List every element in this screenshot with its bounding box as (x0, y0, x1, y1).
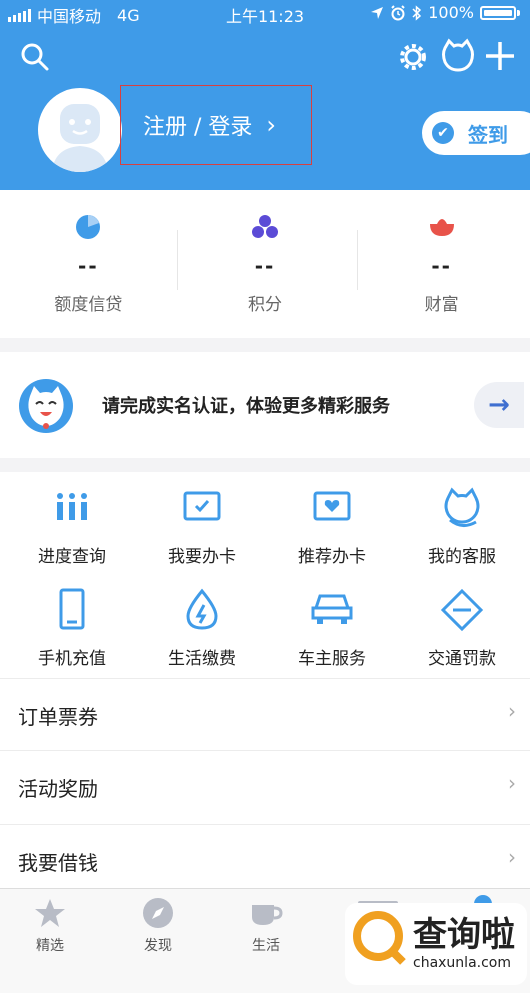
service-customer-service[interactable]: 我的客服 (396, 476, 528, 576)
phone-icon (59, 588, 85, 630)
dots-icon (252, 215, 278, 238)
service-recommend-card[interactable]: 推荐办卡 (266, 476, 398, 576)
login-register-link[interactable]: 注册 / 登录 › (120, 85, 312, 165)
battery-percent: 100% (428, 3, 474, 22)
tab-discover[interactable]: 发现 (118, 897, 198, 955)
watermark-logo: 查询啦 chaxunla.com (345, 903, 527, 985)
tab-featured[interactable]: 精选 (10, 897, 90, 955)
menu-row-label: 订单票券 (18, 705, 98, 729)
checkin-button[interactable]: ✔ 签到 (422, 111, 530, 155)
watermark-title: 查询啦 (413, 915, 515, 955)
search-icon[interactable] (20, 42, 50, 72)
settings-icon[interactable] (396, 40, 430, 74)
arrow-right-icon: → (488, 390, 510, 420)
alarm-icon (391, 4, 405, 20)
progress-icon (57, 493, 87, 520)
default-avatar-icon (52, 104, 108, 172)
service-label: 车主服务 (298, 649, 366, 669)
login-label: 注册 / 登录 (143, 115, 253, 140)
cat-mascot-icon[interactable] (440, 38, 476, 74)
stat-points[interactable]: -- 积分 (177, 190, 354, 338)
service-car-owner[interactable]: 车主服务 (266, 578, 398, 678)
service-traffic-fine[interactable]: 交通罚款 (396, 578, 528, 678)
service-utility-payment[interactable]: 生活缴费 (136, 578, 268, 678)
service-label: 交通罚款 (428, 649, 496, 669)
menu-row-label: 我要借钱 (18, 851, 98, 875)
stat-credit[interactable]: -- 额度信贷 (0, 190, 177, 338)
verify-banner[interactable]: 请完成实名认证，体验更多精彩服务 → (0, 352, 530, 458)
battery-icon (480, 5, 516, 20)
chevron-right-icon: › (508, 699, 516, 723)
menu-row-label: 活动奖励 (18, 777, 98, 801)
service-label: 进度查询 (38, 547, 106, 567)
chevron-right-icon: › (266, 111, 277, 139)
tab-life[interactable]: 生活 (226, 897, 306, 955)
stat-value: -- (254, 254, 276, 278)
compass-icon (143, 898, 173, 928)
profile-header: 中国移动 4G 上午11:23 100% 注册 / 登录 › ✔ 签到 (0, 0, 530, 190)
pie-icon (76, 215, 101, 239)
menu-row-orders[interactable]: 订单票券 › (0, 678, 530, 750)
cup-icon (252, 905, 283, 925)
customer-service-icon (444, 487, 480, 527)
menu-row-borrow[interactable]: 我要借钱 › (0, 824, 530, 890)
star-icon (35, 899, 65, 927)
service-apply-card[interactable]: 我要办卡 (136, 476, 268, 576)
status-bar: 中国移动 4G 上午11:23 100% (0, 0, 530, 28)
water-drop-icon (186, 588, 218, 630)
check-icon: ✔ (432, 122, 454, 144)
tab-label: 精选 (36, 938, 64, 954)
stat-label: 财富 (424, 295, 459, 315)
bluetooth-icon (412, 4, 422, 21)
tab-label: 生活 (252, 938, 280, 954)
service-progress-query[interactable]: 进度查询 (6, 476, 138, 576)
plus-icon[interactable] (484, 40, 516, 72)
traffic-sign-icon (440, 588, 484, 632)
car-icon (311, 594, 353, 624)
stat-wealth[interactable]: -- 财富 (353, 190, 530, 338)
battery-tip (517, 9, 520, 16)
service-grid: 进度查询 我要办卡 推荐办卡 我的客服 手机充值 生活缴费 车主服务 交通罚款 (0, 472, 530, 680)
menu-row-rewards[interactable]: 活动奖励 › (0, 750, 530, 824)
service-label: 我要办卡 (168, 547, 236, 567)
account-stats: -- 额度信贷 -- 积分 -- 财富 (0, 190, 530, 338)
tab-label: 发现 (144, 938, 172, 954)
verify-arrow-button[interactable]: → (474, 382, 524, 428)
stat-label: 额度信贷 (54, 295, 123, 315)
magnifier-logo-icon (353, 911, 403, 961)
chevron-right-icon: › (508, 771, 516, 795)
service-label: 推荐办卡 (298, 547, 366, 567)
service-phone-topup[interactable]: 手机充值 (6, 578, 138, 678)
stat-label: 积分 (248, 295, 282, 315)
service-label: 我的客服 (428, 547, 496, 567)
service-label: 手机充值 (38, 649, 106, 669)
service-label: 生活缴费 (168, 649, 236, 669)
checkin-label: 签到 (468, 122, 508, 147)
watermark-url: chaxunla.com (413, 955, 511, 971)
stat-value: -- (431, 254, 452, 278)
mascot-cat-icon (19, 379, 73, 433)
card-recommend-icon (313, 491, 351, 521)
verify-text: 请完成实名认证，体验更多精彩服务 (102, 396, 390, 417)
bowl-icon (429, 219, 454, 236)
location-icon (371, 6, 384, 19)
chevron-right-icon: › (508, 845, 516, 869)
stat-value: -- (78, 254, 99, 278)
avatar[interactable] (38, 88, 122, 172)
card-apply-icon (183, 491, 221, 521)
